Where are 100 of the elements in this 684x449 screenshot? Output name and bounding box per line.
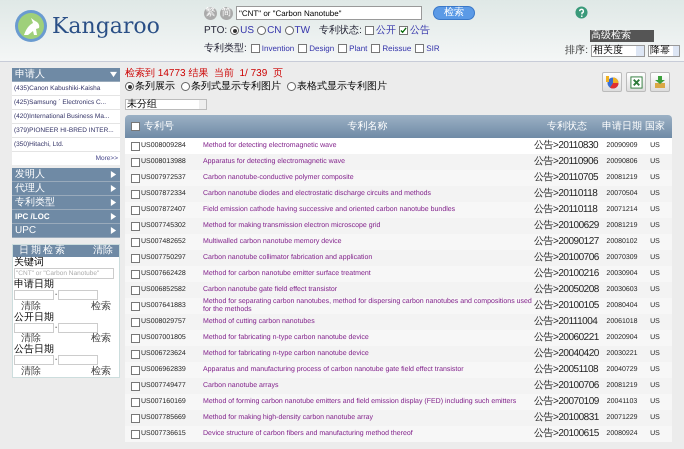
excel-export-button[interactable] [626,72,646,92]
advanced-search-button[interactable]: 高级检索 [590,30,654,42]
patent-status: 公告>20110705 [534,173,600,183]
radio-button[interactable] [181,82,190,91]
date-label: 申请日期 [13,279,55,290]
clear-date-button[interactable]: 清除 [21,366,41,376]
kangaroo-logo-icon [14,9,48,43]
checkbox[interactable] [131,174,140,182]
checkbox[interactable] [131,302,140,310]
checkbox[interactable] [131,334,140,342]
radio-button[interactable] [284,26,294,35]
pto-label: PTO: [204,24,228,38]
checkbox[interactable] [364,26,374,35]
checkmark-icon [400,27,407,34]
type-option[interactable]: Invention [262,42,294,54]
chart-button[interactable] [602,72,622,92]
type-option[interactable]: Reissue [382,42,412,54]
clear-date-button[interactable]: 清除 [21,300,41,312]
patent-status: 公告>20060221 [534,333,600,343]
checkbox[interactable] [338,44,348,53]
pto-option[interactable]: US [240,23,254,38]
start-date-field[interactable] [14,290,54,300]
radio-button[interactable] [257,26,266,35]
checkbox[interactable] [250,44,260,53]
patent-status: 公告>20110906 [534,157,600,167]
sort-label: 排序: [565,44,588,58]
checkbox[interactable] [131,318,140,326]
date-search-title: 日期检索 [19,245,67,256]
patent-status: 公告>20111004 [534,317,598,327]
end-date-field[interactable] [58,322,98,333]
panel-header[interactable]: 发明人 [12,168,120,182]
checkbox[interactable] [131,366,140,374]
panel-header[interactable]: 专利类型 [12,196,120,210]
download-button[interactable] [650,72,670,92]
type-option[interactable]: Design [309,42,334,54]
checkbox[interactable] [131,382,140,390]
checkbox[interactable] [131,158,140,166]
start-date-field[interactable] [14,322,54,333]
view-option[interactable]: 表格式显示专利图片 [297,81,387,92]
patent-status: 公告>20100706 [534,381,600,391]
sort-select[interactable]: 相关度 [591,44,645,56]
help-icon[interactable] [575,6,588,19]
pto-option[interactable]: CN [267,23,282,38]
date-label: 公开日期 [13,312,55,322]
radio-button[interactable] [230,26,240,35]
status-label: 专利状态: [319,24,362,38]
download-icon [653,75,667,89]
radio-button[interactable] [125,82,134,91]
checkbox[interactable] [298,44,308,53]
panel-header[interactable]: IPC /LOC [12,210,120,224]
checkbox[interactable] [131,238,140,246]
checkbox[interactable] [371,44,380,53]
checkbox[interactable] [131,414,140,422]
status-option[interactable]: 公告 [410,23,430,38]
checkbox[interactable] [131,222,140,230]
checkbox[interactable] [131,206,140,214]
view-option[interactable]: 条列展示 [135,81,175,92]
checkbox[interactable] [131,286,140,294]
checkbox[interactable] [131,350,140,358]
pie-chart-icon [605,75,619,89]
patent-status: 公告>20090127 [534,237,600,247]
checkbox[interactable] [131,190,140,198]
column-header: 申请日期 [601,120,643,134]
radio-button[interactable] [287,82,296,91]
checkbox[interactable] [398,26,408,35]
type-option[interactable]: Plant [349,42,368,54]
panel-header[interactable]: 申请人 [12,68,120,82]
order-select[interactable]: 降幂 [648,44,680,56]
column-header: 专利号 [144,120,174,134]
panel-title: UPC [15,224,36,238]
clear-button[interactable]: 清除 [93,245,113,257]
type-option[interactable]: SIR [426,42,440,54]
panel-header[interactable]: UPC [12,224,120,238]
status-option[interactable]: 公开 [376,23,396,38]
panel-header[interactable]: 代理人 [12,182,120,196]
panel-title: 申请人 [15,68,45,82]
clear-date-button[interactable]: 清除 [21,333,41,344]
patent-status: 公告>20100706 [534,253,600,263]
patent-status: 公告>20110830 [534,141,600,151]
logo-text: Kangaroo [52,12,160,40]
checkbox[interactable] [131,142,140,150]
checkbox[interactable] [131,430,140,438]
checkbox[interactable] [131,270,140,278]
checkbox[interactable] [131,122,140,131]
pto-option[interactable]: TW [294,23,310,38]
search-field[interactable]: "CNT" or "Carbon Nanotube" [236,6,422,20]
start-date-field[interactable] [14,355,54,366]
panel-title: IPC /LOC [15,210,50,222]
date-search-button[interactable]: 检索 [91,366,111,376]
checkbox[interactable] [131,398,140,406]
checkbox[interactable] [415,44,424,53]
patent-status: 公告>20110118 [534,189,598,199]
date-search-button[interactable]: 检索 [91,333,111,344]
view-option[interactable]: 条列式显示专利图片 [191,81,281,92]
group-select[interactable]: 未分组 [125,99,207,110]
keyword-label: 关键词 [13,257,45,268]
checkbox[interactable] [131,254,140,262]
end-date-field[interactable] [58,355,98,366]
end-date-field[interactable] [58,290,98,300]
date-search-button[interactable]: 检索 [91,300,111,312]
